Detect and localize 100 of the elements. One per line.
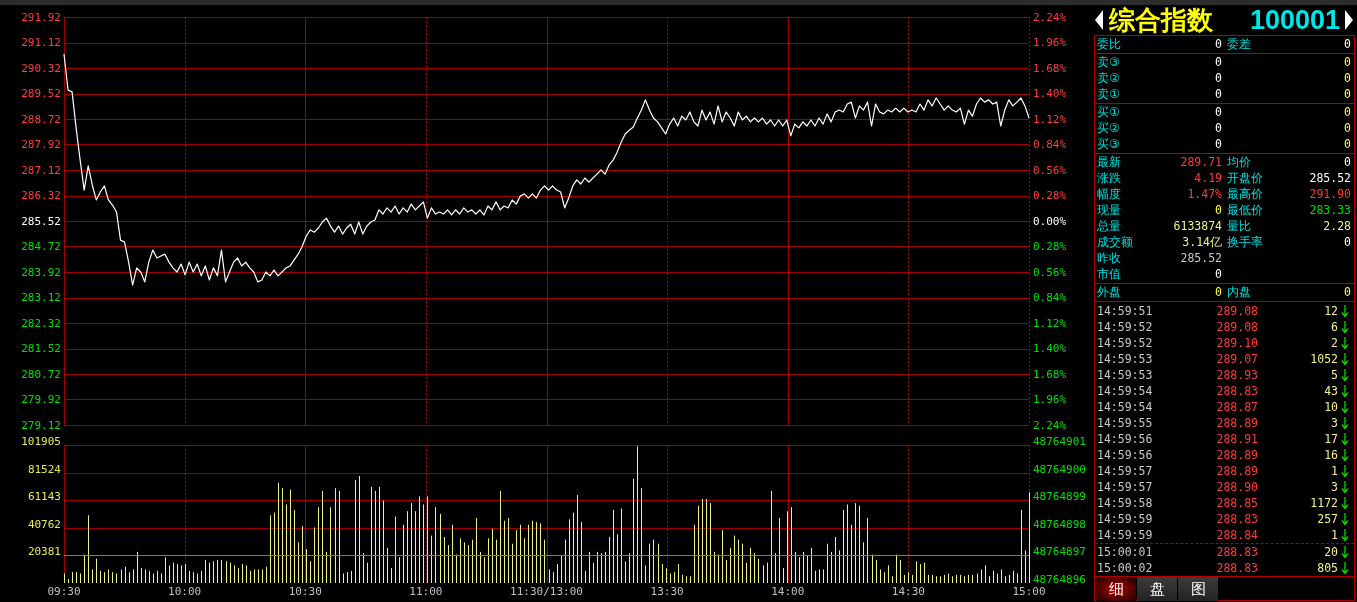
trade-volume: 5 [1331, 367, 1338, 383]
percent-axis-label: 1.12% [1033, 112, 1067, 126]
quote-value: 0 [1215, 70, 1222, 86]
percent-axis-label: 0.84% [1033, 138, 1067, 152]
quote-label: 最新 [1097, 154, 1121, 170]
quote-label: 开盘价 [1227, 170, 1263, 186]
percent-axis-label: 2.24% [1033, 10, 1067, 24]
percent-axis-label: 0.84% [1033, 291, 1067, 305]
percent-axis-label: 1.68% [1033, 367, 1067, 381]
tab[interactable]: 细 [1096, 577, 1136, 601]
trade-price: 288.91 [1216, 431, 1258, 447]
trade-price: 289.10 [1216, 335, 1258, 351]
quote-label: 最高价 [1227, 186, 1263, 202]
quote-value: 0 [1344, 104, 1351, 120]
trade-volume: 17 [1324, 431, 1338, 447]
quote-value: 4.19 [1194, 170, 1222, 186]
price-axis-label: 285.52 [21, 214, 61, 228]
trade-price: 289.07 [1216, 351, 1258, 367]
trade-price: 288.83 [1216, 511, 1258, 527]
trade-volume: 1052 [1310, 351, 1338, 367]
trade-time: 15:00:01 [1097, 544, 1154, 560]
quote-label: 成交额 [1097, 234, 1133, 250]
trade-price: 288.87 [1216, 399, 1258, 415]
trade-volume: 805 [1317, 560, 1338, 576]
trade-price: 288.89 [1216, 415, 1258, 431]
trade-volume: 1 [1331, 463, 1338, 479]
volume-right-axis-label: 48764896 [1033, 572, 1086, 586]
trade-price: 288.84 [1216, 527, 1258, 543]
trade-price: 288.83 [1216, 383, 1258, 399]
time-axis-label: 14:00 [771, 584, 805, 598]
quote-value: 0 [1215, 120, 1222, 136]
quote-value: 0 [1215, 104, 1222, 120]
volume-right-axis-label: 48764897 [1033, 545, 1086, 559]
quote-label: 均价 [1227, 154, 1251, 170]
quote-value: 0 [1344, 36, 1351, 52]
quote-label: 市值 [1097, 266, 1121, 282]
trade-time: 14:59:58 [1097, 495, 1154, 511]
price-axis-label: 279.12 [21, 418, 61, 432]
trade-volume: 3 [1331, 415, 1338, 431]
quote-label: 委比 [1097, 36, 1121, 52]
trade-time: 14:59:56 [1097, 431, 1154, 447]
trade-volume: 10 [1324, 399, 1338, 415]
time-axis-label: 09:30 [47, 584, 81, 598]
quote-value: 0 [1215, 284, 1222, 300]
stock-code: 100001 [1249, 5, 1340, 35]
quote-value: 283.33 [1309, 202, 1351, 218]
quote-label: 卖① [1097, 86, 1120, 102]
time-axis-label: 14:30 [891, 584, 925, 598]
quote-label: 涨跌 [1097, 170, 1121, 186]
quote-label: 外盘 [1097, 284, 1121, 300]
percent-axis-label: 1.40% [1033, 342, 1067, 356]
price-axis-label: 283.92 [21, 265, 61, 279]
trade-time: 14:59:52 [1097, 335, 1154, 351]
trade-volume: 12 [1324, 303, 1338, 319]
time-axis-label: 15:00 [1012, 584, 1046, 598]
quote-label: 最低价 [1227, 202, 1263, 218]
trade-time: 15:00:02 [1097, 560, 1154, 576]
quote-value: 0 [1344, 54, 1351, 70]
percent-axis-label: 1.40% [1033, 87, 1067, 101]
quote-value: 0 [1344, 154, 1351, 170]
volume-axis-label: 40762 [27, 517, 61, 531]
quote-value: 0 [1215, 36, 1222, 52]
price-axis-label: 281.52 [21, 342, 61, 356]
quote-value: 0 [1215, 266, 1222, 282]
price-axis-label: 291.12 [21, 36, 61, 50]
percent-axis-label: 1.96% [1033, 36, 1067, 50]
price-axis-label: 286.32 [21, 189, 61, 203]
percent-axis-label: 1.68% [1033, 61, 1067, 75]
quote-value: 291.90 [1309, 186, 1351, 202]
quote-value: 289.71 [1180, 154, 1222, 170]
quote-value: 0 [1344, 136, 1351, 152]
price-axis-label: 287.12 [21, 163, 61, 177]
price-axis-label: 289.52 [21, 87, 61, 101]
trade-volume: 2 [1331, 335, 1338, 351]
trade-time: 14:59:52 [1097, 319, 1154, 335]
quote-value: 0 [1215, 54, 1222, 70]
quote-label: 现量 [1097, 202, 1121, 218]
trade-time: 14:59:55 [1097, 415, 1154, 431]
left-triangle-icon[interactable] [1095, 10, 1103, 30]
percent-axis-label: 0.00% [1033, 214, 1067, 228]
percent-axis-label: 1.12% [1033, 316, 1067, 330]
quote-value: 0 [1344, 120, 1351, 136]
volume-right-axis-label: 48764900 [1033, 462, 1086, 476]
price-axis-label: 288.72 [21, 112, 61, 126]
quote-value: 3.14亿 [1182, 234, 1222, 250]
quote-value: 285.52 [1309, 170, 1351, 186]
trade-time: 14:59:54 [1097, 399, 1154, 415]
trade-volume: 1172 [1310, 495, 1338, 511]
price-axis-label: 280.72 [21, 367, 61, 381]
tab[interactable]: 盘 [1137, 577, 1177, 601]
quote-value: 6133874 [1173, 218, 1222, 234]
quote-value: 0 [1344, 284, 1351, 300]
percent-axis-label: 0.28% [1033, 240, 1067, 254]
time-axis-label: 11:00 [409, 584, 443, 598]
tab[interactable]: 图 [1178, 577, 1218, 601]
quote-value: 2.28 [1323, 218, 1351, 234]
quote-label: 幅度 [1097, 186, 1121, 202]
right-triangle-icon[interactable] [1345, 10, 1353, 30]
time-axis-label: 10:00 [168, 584, 202, 598]
trade-price: 289.08 [1216, 319, 1258, 335]
